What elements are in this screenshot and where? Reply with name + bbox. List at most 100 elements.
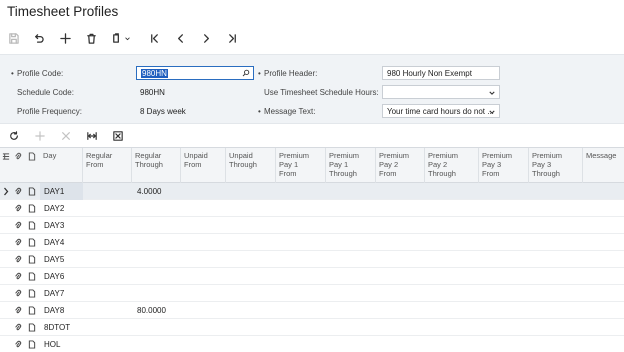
table-row[interactable]: DAY4 bbox=[0, 234, 624, 251]
cell-regular-through[interactable] bbox=[133, 251, 182, 268]
note-icon[interactable] bbox=[28, 289, 37, 298]
column-header-regular-through[interactable]: Regular Through bbox=[132, 148, 181, 183]
current-row-arrow-icon bbox=[3, 187, 9, 196]
delete-row-button[interactable] bbox=[58, 128, 74, 144]
message-text-label: Message Text: bbox=[258, 107, 315, 116]
next-record-icon bbox=[203, 33, 209, 43]
first-record-button[interactable] bbox=[144, 28, 164, 48]
cell-day[interactable]: DAY4 bbox=[40, 234, 83, 251]
cell-day[interactable]: HOL bbox=[40, 336, 83, 352]
attachment-icon[interactable] bbox=[14, 221, 23, 230]
table-row[interactable]: DAY3 bbox=[0, 217, 624, 234]
cell-day[interactable]: DAY3 bbox=[40, 217, 83, 234]
cell-regular-through[interactable] bbox=[133, 217, 182, 234]
cell-regular-through[interactable]: 80.0000 bbox=[133, 302, 182, 319]
attachment-icon[interactable] bbox=[14, 323, 23, 332]
note-icon[interactable] bbox=[28, 306, 37, 315]
profile-frequency-value: 8 Days week bbox=[140, 107, 186, 116]
note-icon[interactable] bbox=[28, 340, 37, 349]
column-header-premium-pay-3-through[interactable]: Premium Pay 3 Through bbox=[529, 148, 583, 183]
attachment-icon bbox=[14, 152, 23, 161]
previous-record-button[interactable] bbox=[170, 28, 190, 48]
delete-icon bbox=[86, 33, 96, 44]
clipboard-button[interactable] bbox=[108, 28, 134, 48]
column-header-premium-pay-1-through[interactable]: Premium Pay 1 Through bbox=[326, 148, 376, 183]
fit-width-icon bbox=[87, 132, 97, 140]
profile-code-label: Profile Code: bbox=[11, 69, 63, 78]
cell-regular-through[interactable]: 4.0000 bbox=[133, 183, 182, 200]
search-icon[interactable] bbox=[242, 69, 250, 79]
cell-day[interactable]: DAY5 bbox=[40, 251, 83, 268]
column-header-regular-from[interactable]: Regular From bbox=[83, 148, 132, 183]
add-button[interactable] bbox=[55, 28, 75, 48]
column-header-message[interactable]: Message bbox=[583, 148, 624, 183]
undo-button[interactable] bbox=[28, 28, 48, 48]
note-icon[interactable] bbox=[28, 272, 37, 281]
export-excel-button[interactable] bbox=[110, 128, 126, 144]
add-icon bbox=[59, 32, 71, 44]
cell-day[interactable]: DAY6 bbox=[40, 268, 83, 285]
profile-header-field[interactable]: 980 Hourly Non Exempt bbox=[382, 66, 500, 80]
table-row[interactable]: DAY8 80.0000 bbox=[0, 302, 624, 319]
save-button[interactable] bbox=[3, 28, 23, 48]
fit-columns-button[interactable] bbox=[84, 128, 100, 144]
last-record-button[interactable] bbox=[222, 28, 242, 48]
table-row[interactable]: 8DTOT bbox=[0, 319, 624, 336]
row-selector-icon[interactable] bbox=[2, 152, 11, 161]
attachment-icon[interactable] bbox=[14, 255, 23, 264]
chevron-down-icon bbox=[489, 108, 495, 114]
attachment-icon[interactable] bbox=[14, 238, 23, 247]
note-icon[interactable] bbox=[28, 187, 37, 196]
cell-day[interactable]: DAY8 bbox=[40, 302, 83, 319]
column-header-premium-pay-3-from[interactable]: Premium Pay 3 From bbox=[479, 148, 529, 183]
attachment-icon[interactable] bbox=[14, 306, 23, 315]
next-record-button[interactable] bbox=[196, 28, 216, 48]
cell-regular-through[interactable] bbox=[133, 336, 182, 352]
cell-day[interactable]: DAY1 bbox=[40, 183, 83, 200]
message-text-select[interactable]: Your time card hours do not ... bbox=[382, 104, 500, 118]
note-icon[interactable] bbox=[28, 204, 37, 213]
message-text-value: Your time card hours do not ... bbox=[387, 107, 494, 116]
cell-day[interactable]: DAY7 bbox=[40, 285, 83, 302]
note-icon[interactable] bbox=[28, 221, 37, 230]
table-row[interactable]: DAY6 bbox=[0, 268, 624, 285]
attachment-icon[interactable] bbox=[14, 289, 23, 298]
refresh-button[interactable] bbox=[6, 128, 22, 144]
schedule-code-label: Schedule Code: bbox=[17, 88, 74, 97]
profile-code-field[interactable]: 980HN bbox=[136, 66, 254, 80]
attachment-icon[interactable] bbox=[14, 204, 23, 213]
cell-regular-through[interactable] bbox=[133, 268, 182, 285]
table-row[interactable]: HOL bbox=[0, 336, 624, 352]
note-icon[interactable] bbox=[28, 238, 37, 247]
column-header-premium-pay-2-from[interactable]: Premium Pay 2 From bbox=[376, 148, 425, 183]
use-schedule-hours-select[interactable] bbox=[382, 85, 500, 99]
cell-regular-through[interactable] bbox=[133, 200, 182, 217]
attachment-icon[interactable] bbox=[14, 340, 23, 349]
add-row-button[interactable] bbox=[32, 128, 48, 144]
table-row[interactable]: DAY5 bbox=[0, 251, 624, 268]
column-header-premium-pay-2-through[interactable]: Premium Pay 2 Through bbox=[425, 148, 479, 183]
table-row[interactable]: DAY1 4.0000 bbox=[0, 183, 624, 200]
attachment-icon[interactable] bbox=[14, 272, 23, 281]
cell-regular-through[interactable] bbox=[133, 234, 182, 251]
chevron-down-icon bbox=[125, 37, 130, 40]
first-record-icon bbox=[150, 33, 158, 43]
table-row[interactable]: DAY2 bbox=[0, 200, 624, 217]
undo-icon bbox=[34, 33, 44, 43]
profile-code-value: 980HN bbox=[141, 69, 168, 78]
note-icon[interactable] bbox=[28, 255, 37, 264]
attachment-icon[interactable] bbox=[14, 187, 23, 196]
cell-day[interactable]: 8DTOT bbox=[40, 319, 83, 336]
cell-regular-through[interactable] bbox=[133, 285, 182, 302]
cell-regular-through[interactable] bbox=[133, 319, 182, 336]
cell-day[interactable]: DAY2 bbox=[40, 200, 83, 217]
column-header-unpaid-from[interactable]: Unpaid From bbox=[181, 148, 226, 183]
column-header-unpaid-through[interactable]: Unpaid Through bbox=[226, 148, 276, 183]
save-icon bbox=[8, 32, 19, 44]
column-header-day[interactable]: Day bbox=[40, 148, 83, 183]
excel-icon bbox=[113, 131, 123, 141]
note-icon[interactable] bbox=[28, 323, 37, 332]
table-row[interactable]: DAY7 bbox=[0, 285, 624, 302]
delete-button[interactable] bbox=[81, 28, 101, 48]
column-header-premium-pay-1-from[interactable]: Premium Pay 1 From bbox=[276, 148, 326, 183]
